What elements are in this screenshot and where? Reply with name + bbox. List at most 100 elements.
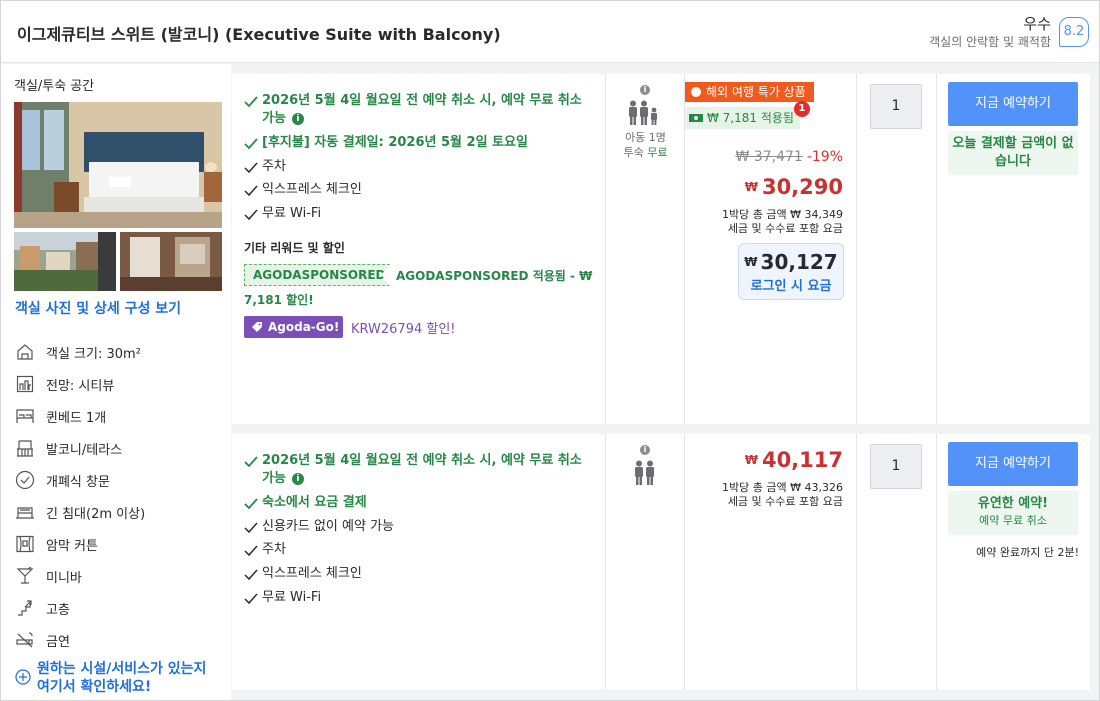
adults-child-icon — [629, 100, 657, 125]
price-column: 해외 여행 특가 상품 ₩ 7,181 적용됨 1 ₩ 37,471 -19% ₩… — [685, 74, 857, 424]
amenity-check-link[interactable]: 원하는 시설/서비스가 있는지 여기서 확인하세요! — [15, 660, 206, 696]
benefit-text: [후지불] 자동 결제일: 2026년 5월 2일 토요일 — [262, 135, 528, 150]
feature-curtain: 암막 커튼 — [14, 533, 98, 555]
benefit-text: 무료 Wi-Fi — [262, 590, 322, 605]
per-night-total: 1박당 총 금액 ₩ 34,349 — [722, 208, 843, 221]
benefit-wifi: 무료 Wi-Fi — [244, 205, 321, 223]
room-quantity-select[interactable]: 1 — [870, 84, 922, 129]
room-space-label: 객실/투숙 공간 — [14, 79, 95, 94]
feature-label: 객실 크기: 30m² — [46, 346, 141, 362]
booking-column: 지금 예약하기 오늘 결제할 금액이 없습니다 — [937, 74, 1090, 424]
benefit-text: 주차 — [262, 542, 286, 557]
curtain-icon — [14, 534, 36, 554]
tag-icon — [252, 322, 262, 332]
check-icon — [244, 545, 258, 557]
feature-label: 미니바 — [46, 570, 82, 586]
benefit-free-cancel: 2026년 5월 4일 월요일 전 예약 취소 시, 예약 무료 취소 가능 i — [244, 92, 594, 128]
rating-word: 우수 — [1023, 15, 1051, 33]
original-price-row: ₩ 37,471 -19% — [736, 149, 843, 165]
feature-long-bed: 긴 침대(2m 이상) — [14, 501, 145, 523]
quantity-column: 1 — [857, 434, 937, 690]
original-price: ₩ 37,471 — [735, 149, 803, 165]
benefit-text: 무료 Wi-Fi — [262, 206, 322, 221]
city-view-icon — [14, 374, 36, 394]
room-photo-balcony-view[interactable] — [14, 232, 116, 291]
quantity-column: 1 — [857, 74, 937, 424]
book-now-button[interactable]: 지금 예약하기 — [948, 442, 1078, 486]
room-photos-link[interactable]: 객실 사진 및 상세 구성 보기 — [15, 298, 181, 318]
occupancy-info-icon[interactable]: i — [640, 445, 650, 455]
room-quantity-select[interactable]: 1 — [870, 444, 922, 489]
rating-score-badge: 8.2 — [1059, 17, 1089, 47]
feature-label: 전망: 시티뷰 — [46, 378, 115, 394]
feature-label: 퀸베드 1개 — [46, 410, 107, 426]
agoda-go-label: Agoda-Go! — [268, 320, 340, 334]
benefit-text: 2026년 5월 4일 월요일 전 예약 취소 시, 예약 무료 취소 가능 — [262, 453, 582, 486]
agoda-go-discount: KRW26794 할인! — [351, 322, 456, 337]
check-icon — [244, 498, 258, 510]
feature-balcony: 발코니/테라스 — [14, 437, 122, 459]
booking-column: 지금 예약하기 유연한 예약! 예약 무료 취소 예약 완료까지 단 2분! — [937, 434, 1090, 690]
room-title: 이그제큐티브 스위트 (발코니) (Executive Suite with B… — [17, 25, 501, 44]
benefit-text: 익스프레스 체크인 — [262, 566, 362, 581]
other-rewards-title: 기타 리워드 및 할인 — [244, 241, 345, 255]
benefit-text: 익스프레스 체크인 — [262, 182, 362, 197]
benefit-text: 2026년 5월 4일 월요일 전 예약 취소 시, 예약 무료 취소 가능 — [262, 93, 582, 126]
feature-window: 개폐식 창문 — [14, 469, 110, 491]
plus-circle-icon — [15, 669, 31, 685]
booking-time-note: 예약 완료까지 단 2분! — [976, 546, 1079, 559]
two-adults-icon — [635, 460, 654, 485]
login-price: 30,127 — [760, 250, 838, 274]
cashback-applied[interactable]: ₩ 7,181 적용됨 — [685, 107, 800, 129]
long-bed-icon — [14, 502, 36, 522]
feature-label: 긴 침대(2m 이상) — [46, 506, 146, 522]
feature-label: 개폐식 창문 — [46, 474, 110, 490]
feature-bed: 퀸베드 1개 — [14, 405, 106, 427]
feature-label: 고층 — [46, 602, 70, 618]
login-price-box[interactable]: ₩30,127 로그인 시 요금 — [738, 243, 844, 300]
benefit-text: 신용카드 없이 예약 가능 — [262, 519, 394, 534]
per-night-total: 1박당 총 금액 ₩ 43,326 — [722, 481, 843, 494]
book-now-button[interactable]: 지금 예약하기 — [948, 82, 1078, 126]
benefit-express-checkin: 익스프레스 체크인 — [244, 565, 362, 583]
benefit-free-cancel: 2026년 5월 4일 월요일 전 예약 취소 시, 예약 무료 취소 가능 i — [244, 452, 594, 488]
benefit-wifi: 무료 Wi-Fi — [244, 589, 321, 607]
check-icon — [244, 593, 258, 605]
promo-code-tag: AGODASPONSORED — [244, 264, 390, 286]
balcony-icon — [14, 438, 36, 458]
benefit-text: 주차 — [262, 159, 286, 174]
cashback-count-badge: 1 — [794, 101, 810, 117]
tax-note: 세금 및 수수료 포함 요금 — [727, 495, 843, 508]
benefits-column: 2026년 5월 4일 월요일 전 예약 취소 시, 예약 무료 취소 가능 i … — [232, 74, 606, 424]
check-icon — [244, 456, 258, 468]
benefit-pay-later: [후지불] 자동 결제일: 2026년 5월 2일 토요일 — [244, 134, 528, 152]
feature-label: 금연 — [46, 634, 70, 650]
feature-label: 암막 커튼 — [46, 538, 98, 554]
info-icon[interactable]: i — [291, 113, 304, 125]
offer-row-1: 2026년 5월 4일 월요일 전 예약 취소 시, 예약 무료 취소 가능 i … — [232, 74, 1090, 424]
flexible-booking-title: 유연한 예약! — [977, 496, 1049, 511]
occupancy-child: 아동 1명 — [625, 131, 666, 144]
offer-row-2: 2026년 5월 4일 월요일 전 예약 취소 시, 예약 무료 취소 가능 i … — [232, 434, 1090, 690]
feature-minibar: 미니바 — [14, 565, 82, 587]
room-photo-bathroom[interactable] — [120, 232, 222, 291]
queen-bed-icon — [14, 406, 36, 426]
minibar-icon — [14, 566, 36, 586]
rating-subtitle: 객실의 안락함 및 쾌적함 — [929, 35, 1051, 49]
final-price: ₩40,117 — [744, 448, 843, 472]
room-photo-main[interactable] — [14, 102, 222, 228]
window-icon — [14, 470, 36, 490]
benefit-express-checkin: 익스프레스 체크인 — [244, 181, 362, 199]
check-icon — [244, 138, 258, 150]
occupancy-info-icon[interactable]: i — [640, 85, 650, 95]
benefit-no-card: 신용카드 없이 예약 가능 — [244, 518, 394, 536]
feature-view: 전망: 시티뷰 — [14, 373, 114, 395]
free-cancel-subtitle: 예약 무료 취소 — [979, 514, 1047, 527]
benefit-text: 숙소에서 요금 결제 — [262, 495, 367, 510]
check-icon — [244, 522, 258, 534]
flexible-booking-note: 유연한 예약! 예약 무료 취소 — [948, 491, 1078, 535]
feature-label: 발코니/테라스 — [46, 442, 123, 458]
room-size-icon — [14, 342, 36, 362]
check-icon — [244, 209, 258, 221]
info-icon[interactable]: i — [291, 473, 304, 485]
